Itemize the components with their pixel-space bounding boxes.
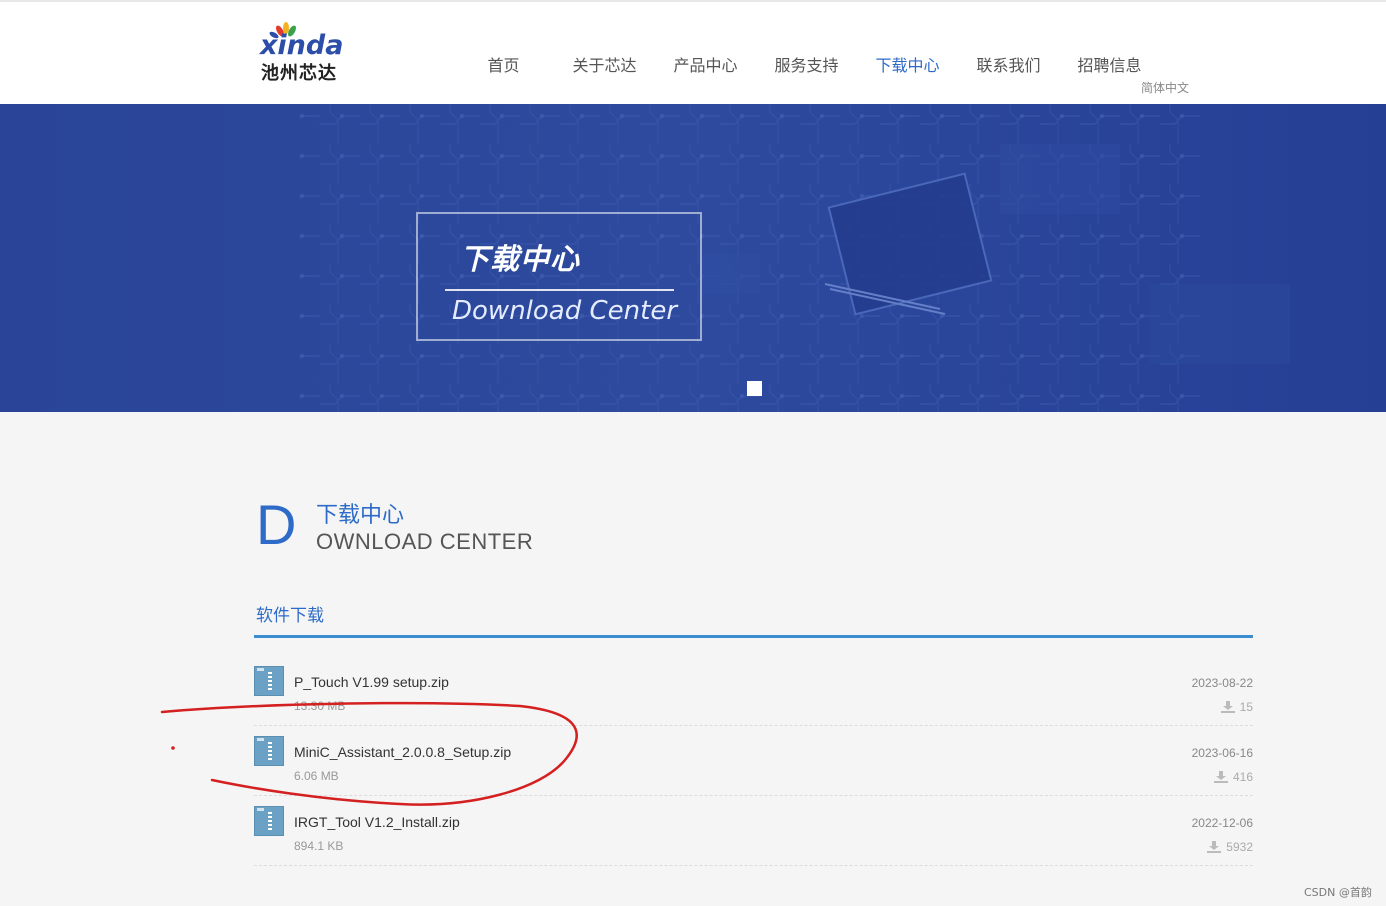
logo-company-name: 池州芯达 [261, 63, 337, 84]
file-size: 894.1 KB [294, 839, 344, 853]
nav-item-downloads[interactable]: 下载中心 [857, 52, 958, 76]
download-row[interactable]: IRGT_Tool V1.2_Install.zip 894.1 KB 2022… [254, 796, 1253, 866]
zip-file-icon [254, 736, 284, 766]
main-nav: 首页 关于芯达 产品中心 服务支持 下载中心 联系我们 招聘信息 [453, 52, 1160, 76]
download-count[interactable]: 416 [1213, 770, 1253, 784]
file-size: 6.06 MB [294, 769, 339, 783]
section-initial: D [256, 493, 297, 556]
banner-divider [445, 289, 674, 291]
file-date: 2023-06-16 [1191, 746, 1253, 760]
file-date: 2023-08-22 [1191, 676, 1253, 690]
file-name[interactable]: P_Touch V1.99 setup.zip [294, 674, 449, 690]
nav-item-support[interactable]: 服务支持 [756, 52, 857, 76]
download-count-value: 5932 [1226, 840, 1253, 854]
download-count[interactable]: 15 [1220, 700, 1253, 714]
logo-wordmark: xinda [260, 30, 344, 61]
category-underline [254, 635, 1253, 638]
site-header: xinda 池州芯达 首页 关于芯达 产品中心 服务支持 下载中心 联系我们 招… [0, 2, 1386, 104]
nav-item-about[interactable]: 关于芯达 [554, 52, 655, 76]
download-row[interactable]: MiniC_Assistant_2.0.0.8_Setup.zip 6.06 M… [254, 726, 1253, 796]
banner-title-en: Download Center [452, 296, 678, 326]
download-count-value: 15 [1239, 700, 1253, 714]
nav-item-products[interactable]: 产品中心 [655, 52, 756, 76]
download-icon [1220, 701, 1235, 713]
nav-item-jobs[interactable]: 招聘信息 [1059, 52, 1160, 76]
download-count-value: 416 [1232, 770, 1253, 784]
file-name[interactable]: IRGT_Tool V1.2_Install.zip [294, 814, 460, 830]
section-title-en: OWNLOAD CENTER [316, 529, 534, 554]
file-size: 13.30 MB [294, 699, 346, 713]
download-row[interactable]: P_Touch V1.99 setup.zip 13.30 MB 2023-08… [254, 656, 1253, 726]
banner-title-box: 下载中心 Download Center [416, 212, 702, 341]
download-icon [1207, 841, 1222, 853]
section-heading: D 下载中心 OWNLOAD CENTER [256, 494, 656, 564]
nav-item-home[interactable]: 首页 [453, 52, 554, 76]
file-name[interactable]: MiniC_Assistant_2.0.0.8_Setup.zip [294, 744, 511, 760]
carousel-indicator[interactable] [747, 381, 762, 396]
watermark: CSDN @首韵 [1304, 886, 1372, 899]
download-list: P_Touch V1.99 setup.zip 13.30 MB 2023-08… [254, 656, 1253, 866]
zip-file-icon [254, 666, 284, 696]
file-date: 2022-12-06 [1191, 816, 1253, 830]
zip-file-icon [254, 806, 284, 836]
download-icon [1213, 771, 1228, 783]
banner-title-cn: 下载中心 [460, 242, 581, 276]
section-title-cn: 下载中心 [316, 503, 405, 528]
download-count[interactable]: 5932 [1207, 840, 1253, 854]
hero-banner: 下载中心 Download Center [0, 104, 1386, 412]
language-switch[interactable]: 简体中文 [1141, 79, 1189, 96]
site-logo[interactable]: xinda 池州芯达 [258, 22, 350, 84]
category-tab-software[interactable]: 软件下载 [256, 601, 324, 626]
nav-item-contact[interactable]: 联系我们 [958, 52, 1059, 76]
